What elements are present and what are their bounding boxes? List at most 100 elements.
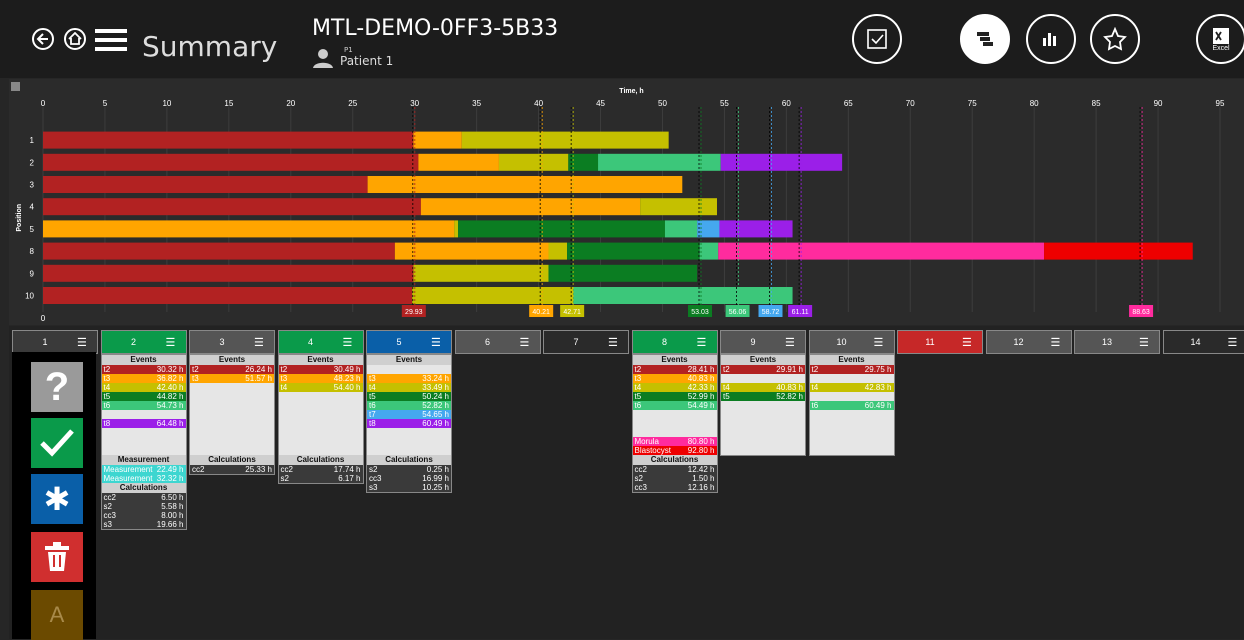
row-value: 1.50 h	[692, 474, 714, 483]
embryo-tab-3[interactable]: 3☰	[189, 330, 275, 354]
measurement-row: Measurement32.32 h	[102, 474, 186, 483]
embryo-tab-7[interactable]: 7☰	[543, 330, 629, 354]
row-key: t2	[812, 365, 819, 374]
event-row: t654.49 h	[633, 401, 717, 410]
embryo-tab-2[interactable]: 2☰	[101, 330, 187, 354]
list-icon[interactable]: ☰	[520, 336, 534, 349]
row-key: t2	[192, 365, 199, 374]
list-icon[interactable]: ☰	[77, 336, 91, 349]
row-key: Morula	[635, 437, 659, 446]
marker-label: 40.21	[532, 309, 550, 316]
embryo-tab-6[interactable]: 6☰	[455, 330, 541, 354]
list-icon[interactable]: ☰	[431, 336, 445, 349]
list-icon[interactable]: ☰	[1051, 336, 1065, 349]
freeze-button[interactable]: ✱	[31, 474, 83, 524]
event-row: t550.24 h	[367, 392, 451, 401]
calculation-row: cc316.99 h	[367, 474, 451, 483]
row-key: Measurement	[104, 465, 153, 474]
list-icon[interactable]: ☰	[962, 336, 976, 349]
section-title: Events	[102, 355, 186, 365]
row-value: 54.49 h	[688, 401, 715, 410]
event-row: t442.40 h	[102, 383, 186, 392]
empty-row	[721, 374, 805, 383]
embryo-tab-1[interactable]: 1☰	[12, 330, 98, 354]
statistics-button[interactable]	[1026, 14, 1076, 64]
gantt-bar	[573, 287, 792, 304]
x-tick-label: 75	[968, 99, 977, 108]
embryo-tab-8[interactable]: 8☰	[632, 330, 718, 354]
row-value: 16.99 h	[422, 474, 449, 483]
empty-row	[190, 401, 274, 410]
patient-avatar-icon	[313, 48, 333, 68]
row-key: t5	[104, 392, 111, 401]
menu-button[interactable]	[95, 28, 127, 52]
event-row: t864.48 h	[102, 419, 186, 428]
accept-button[interactable]	[31, 418, 83, 468]
row-value: 54.73 h	[157, 401, 184, 410]
empty-row	[190, 446, 274, 455]
list-icon[interactable]: ☰	[785, 336, 799, 349]
home-button[interactable]	[64, 28, 86, 50]
row-value: 52.82 h	[422, 401, 449, 410]
x-tick-label: 70	[906, 99, 915, 108]
favorite-button[interactable]	[1090, 14, 1140, 64]
section-title: Events	[633, 355, 717, 365]
list-icon[interactable]: ☰	[1228, 336, 1242, 349]
calculation-row: s20.25 h	[367, 465, 451, 474]
list-icon[interactable]: ☰	[343, 336, 357, 349]
timeline-chart: Time, h051015202530354045505560657075808…	[9, 79, 1244, 325]
embryo-number: 14	[1164, 337, 1228, 347]
check-icon	[39, 427, 75, 459]
x-tick-label: 35	[472, 99, 481, 108]
embryo-tab-13[interactable]: 13☰	[1074, 330, 1160, 354]
x-tick-label: 0	[41, 99, 46, 108]
timeline-icon	[974, 28, 996, 50]
embryo-tab-10[interactable]: 10☰	[809, 330, 895, 354]
list-icon[interactable]: ☰	[608, 336, 622, 349]
embryo-number: 9	[721, 337, 785, 347]
row-key: t2	[281, 365, 288, 374]
embryo-tab-5[interactable]: 5☰	[366, 330, 452, 354]
row-value: 36.82 h	[157, 374, 184, 383]
section-title: Events	[721, 355, 805, 365]
list-icon[interactable]: ☰	[874, 336, 888, 349]
help-button[interactable]: ?	[31, 362, 83, 412]
list-icon[interactable]: ☰	[697, 336, 711, 349]
empty-row	[190, 392, 274, 401]
timeline-button[interactable]	[960, 14, 1010, 64]
delete-button[interactable]	[31, 532, 83, 582]
action-sidebar: ? ✱ A	[12, 352, 96, 639]
embryo-tab-11[interactable]: 11☰	[897, 330, 983, 354]
x-tick-label: 65	[844, 99, 853, 108]
empty-row	[721, 410, 805, 419]
empty-row	[721, 428, 805, 437]
row-value: 54.65 h	[422, 410, 449, 419]
row-key: t3	[104, 374, 111, 383]
marker-label: 56.06	[729, 309, 747, 316]
row-key: t2	[635, 365, 642, 374]
list-icon[interactable]: ☰	[1139, 336, 1153, 349]
row-key: t4	[812, 383, 819, 392]
row-key: t6	[104, 401, 111, 410]
gantt-bar	[454, 220, 458, 237]
row-key: t4	[104, 383, 111, 392]
excel-export-button[interactable]: Excel	[1196, 14, 1244, 64]
empty-row	[810, 446, 894, 455]
embryo-tab-9[interactable]: 9☰	[720, 330, 806, 354]
calculation-row: s25.58 h	[102, 502, 186, 511]
checkbox-button[interactable]	[852, 14, 902, 64]
empty-row	[721, 419, 805, 428]
event-row: t440.83 h	[721, 383, 805, 392]
embryo-tab-12[interactable]: 12☰	[986, 330, 1072, 354]
empty-row	[190, 437, 274, 446]
row-key: s2	[104, 502, 112, 511]
back-button[interactable]	[32, 28, 54, 50]
embryo-tab-4[interactable]: 4☰	[278, 330, 364, 354]
list-icon[interactable]: ☰	[166, 336, 180, 349]
embryo-detail-panel: Eventst333.24 ht433.49 ht550.24 ht652.82…	[366, 354, 452, 493]
embryo-tab-14[interactable]: 14☰	[1163, 330, 1244, 354]
top-bar: Summary MTL-DEMO-0FF3-5B33 P1 Patient 1 …	[0, 0, 1244, 78]
list-icon[interactable]: ☰	[254, 336, 268, 349]
hamburger-menu-icon	[95, 28, 127, 52]
annotate-button[interactable]: A	[31, 590, 83, 640]
